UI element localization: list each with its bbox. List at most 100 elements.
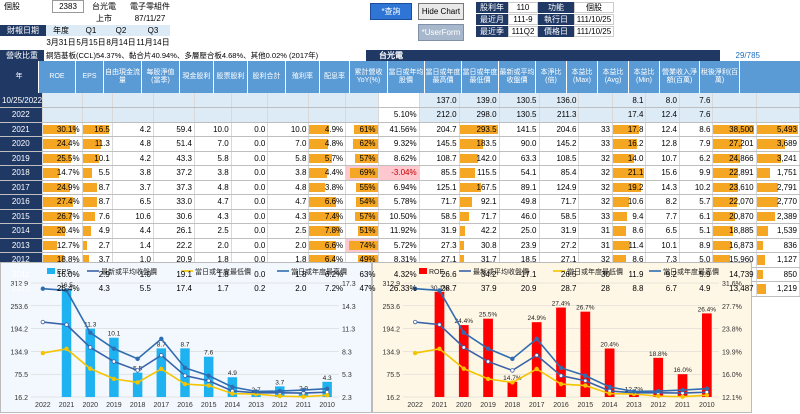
cell-17: 14.3: [661, 182, 677, 192]
cell-5: 10.0: [213, 124, 229, 134]
series-point: [182, 365, 188, 371]
cell-18: 7.6: [699, 110, 711, 120]
cell-5: 4.3: [217, 211, 229, 221]
cell-16: 21.1: [627, 168, 644, 178]
cell-13: 49.8: [520, 197, 537, 207]
cell-10: 11.92%: [390, 226, 417, 236]
table-row: 2022 5.10% 212.0 298.0 130.5 211.3 17.4 12.4 7.6: [0, 107, 800, 123]
series-point: [534, 336, 539, 342]
latest-quarter-label: 最近季: [476, 26, 508, 37]
cell-19: 23,610: [729, 182, 754, 192]
series-point: [111, 346, 117, 351]
cell-9: 61%: [359, 124, 376, 134]
cell-16: 17.8: [627, 124, 644, 134]
bar-mark: [531, 322, 542, 397]
function-value[interactable]: 個股: [574, 2, 614, 13]
cell-10: 9.32%: [393, 139, 417, 149]
cell-1: 16.0%: [56, 269, 80, 279]
cell-4: 30.6: [176, 211, 192, 221]
cell-7: 4.3: [295, 211, 307, 221]
cell-5: 4.8: [217, 182, 229, 192]
cell-7: 5.8: [295, 153, 307, 163]
cell-7: 2.0: [295, 284, 307, 294]
cell-9: 57%: [359, 153, 376, 163]
x-tick: 2013: [248, 402, 264, 409]
cell-14: 145.2: [556, 139, 577, 149]
cell-18: 10.2: [694, 182, 711, 192]
cell-11: 58.5: [440, 211, 457, 221]
q2-date: 8月14日: [106, 37, 136, 47]
table-row: 2014 20.4% 4.9 4.4 26.1 2.5 0.0 2.5 7.8% 51% 11.92…: [0, 223, 800, 239]
cell-13: 130.5: [516, 110, 537, 120]
cell-14: 58.5: [560, 211, 577, 221]
x-tick: 2011: [296, 402, 311, 409]
cell-7: 2.0: [295, 240, 307, 250]
x-tick: 2021: [432, 402, 448, 409]
cell-9: 62%: [359, 139, 376, 149]
q3-label: Q3: [136, 25, 170, 36]
cell-20: 5,493: [776, 124, 797, 134]
cell-2: 7.6: [98, 211, 110, 221]
cell-19: 27,201: [729, 139, 754, 149]
cell-2: 16.5: [94, 124, 110, 134]
bar-label: 16.0%: [673, 367, 692, 374]
hide-chart-button[interactable]: Hide Chart: [418, 3, 464, 20]
bar-label: 4.3: [323, 375, 332, 382]
col-header-18: 本益比(Min): [629, 61, 660, 93]
cell-3: 4.4: [139, 226, 151, 236]
cell-15: 31: [601, 240, 610, 250]
cell-6: 0.0: [254, 269, 266, 279]
cell-3: 10.6: [135, 211, 151, 221]
cell-17: 9.2: [665, 269, 677, 279]
cell-12: 142.0: [476, 153, 497, 163]
series-point: [88, 366, 93, 371]
y-tick-left: 16.2: [14, 395, 28, 402]
y-tick-right: 11.3: [342, 327, 355, 334]
series-point: [277, 393, 282, 399]
table-row: 2016 27.4% 8.7 6.5 33.0 4.7 0.0 4.7 6.6% 54% 5.78%…: [0, 194, 800, 210]
bar-label: 26.4%: [698, 306, 717, 313]
series-point: [631, 389, 637, 394]
cell-12: 42.2: [480, 226, 497, 236]
x-tick: 2012: [272, 402, 288, 409]
x-tick: 2014: [225, 402, 241, 409]
cell-10: 6.94%: [393, 182, 417, 192]
cell-14: 204.6: [556, 124, 577, 134]
cell-19: 16,873: [729, 240, 754, 250]
cell-6: 0.0: [254, 139, 266, 149]
cell-15: 31: [601, 226, 610, 236]
userform-button[interactable]: *UserForm: [418, 24, 464, 41]
series-point: [159, 353, 164, 358]
cell-15: 33: [601, 211, 610, 221]
x-tick: 2019: [106, 402, 122, 409]
table-row: 2013 12.7% 2.7 1.4 22.2 2.0 0.0 2.0 6.6% 74% 5.72%…: [0, 238, 800, 253]
cell-15: 32: [601, 182, 610, 192]
y-tick-left: 134.9: [10, 349, 28, 356]
dividend-year-value[interactable]: 110: [508, 2, 538, 13]
cell-2: 3.7: [98, 255, 110, 265]
cell-1: 14.7%: [56, 168, 80, 178]
col-header-7: 股利合計: [248, 61, 286, 93]
cell-6: 0.0: [254, 182, 266, 192]
series-point: [412, 319, 418, 325]
stock-industry: 電子零組件: [130, 1, 170, 11]
stock-code-input[interactable]: 2383: [52, 0, 84, 13]
cell-11: 204.7: [436, 124, 457, 134]
y-tick-right: 17.3: [342, 281, 356, 288]
cell-7: 4.8: [295, 182, 307, 192]
cell-1: 24.9%: [56, 182, 80, 192]
x-tick: 2016: [553, 402, 569, 409]
function-label: 功能: [538, 2, 574, 13]
series-point: [607, 384, 612, 390]
cell-10: 4.32%: [393, 269, 417, 279]
cell-20: 836: [783, 240, 797, 250]
series-point: [111, 359, 117, 364]
x-tick: 2019: [480, 402, 496, 409]
cell-7: 10.0: [290, 124, 307, 134]
cell-17: 7.3: [665, 255, 677, 265]
rank: 29/785: [720, 50, 800, 61]
cell-13: 54.1: [520, 168, 537, 178]
revenue-share-desc: 銅箔基板(CCL)54.37%、黏合片40.94%、多層壓合板4.68%、其他0…: [44, 50, 366, 61]
query-button[interactable]: *查詢: [370, 3, 412, 20]
cell-18: 6.1: [699, 211, 711, 221]
